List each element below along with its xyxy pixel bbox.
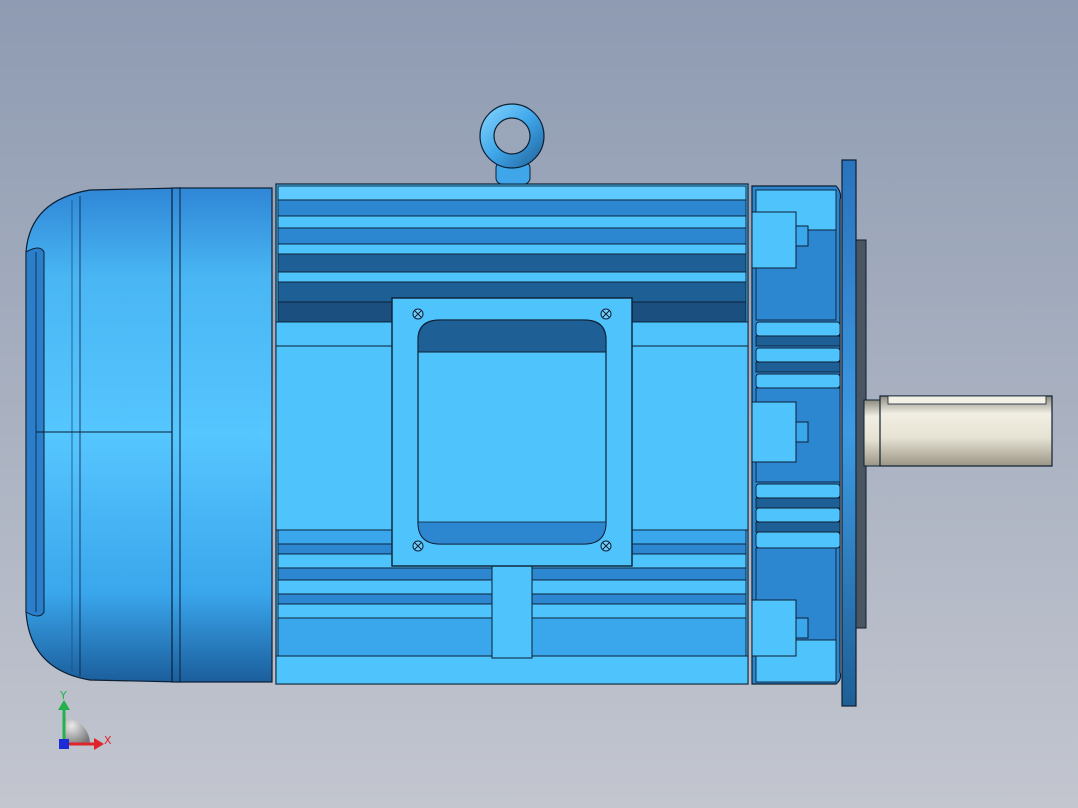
mounting-flange[interactable] (841, 159, 867, 707)
lifting-eye-bolt[interactable] (479, 103, 545, 185)
output-shaft[interactable] (863, 395, 1053, 467)
terminal-box-screw (412, 540, 424, 552)
x-axis-label: X (104, 734, 112, 747)
terminal-box[interactable] (391, 297, 633, 567)
y-axis-label: Y (59, 689, 67, 702)
terminal-box-screw (600, 540, 612, 552)
terminal-box-screw (600, 308, 612, 320)
cad-viewport[interactable]: Y X (0, 0, 1078, 808)
motor-model[interactable]: Y X (0, 0, 1078, 808)
terminal-box-screw (412, 308, 424, 320)
axis-triad[interactable] (58, 700, 104, 750)
fan-cover-ring[interactable] (171, 187, 273, 683)
